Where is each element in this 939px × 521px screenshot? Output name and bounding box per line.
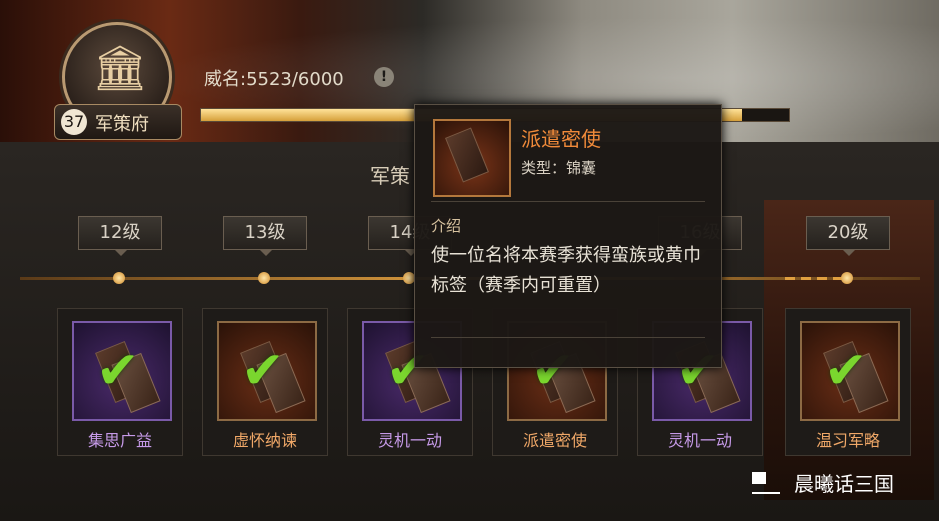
tooltip-title: 派遣密使 — [521, 127, 601, 151]
track-dot — [113, 272, 125, 284]
watermark-text: 晨曦话三国 — [794, 472, 894, 496]
card-name: 集思广益 — [87, 431, 152, 450]
checkmark-icon: ✔ — [96, 341, 140, 401]
strategy-card[interactable]: ✔ 温习军略 — [785, 308, 911, 456]
card-art: ✔ — [217, 321, 317, 421]
checkmark-icon: ✔ — [241, 341, 285, 401]
level-tag: 20级 — [806, 216, 890, 256]
card-name: 派遣密使 — [522, 431, 587, 450]
item-tooltip: 派遣密使 类型：锦囊 介绍 使一位名将本赛季获得蛮族或黄巾标签（赛季内可重置） — [414, 104, 722, 368]
divider — [431, 201, 705, 202]
card-name: 灵机一动 — [377, 431, 442, 450]
card-art: ✔ — [72, 321, 172, 421]
level-tag: 13级 — [223, 216, 307, 256]
watermark-logo-icon — [752, 472, 780, 494]
prestige-label: 威名:5523/6000 — [204, 69, 344, 90]
strategy-card[interactable]: ✔ 集思广益 — [57, 308, 183, 456]
tooltip-description: 使一位名将本赛季获得蛮族或黄巾标签（赛季内可重置） — [431, 245, 701, 296]
divider — [431, 337, 705, 338]
level-tag: 12级 — [78, 216, 162, 256]
building-level-badge: 37 — [61, 109, 87, 135]
section-title: 军策 — [370, 164, 410, 188]
card-name: 温习军略 — [815, 431, 880, 450]
tooltip-item-art — [433, 119, 511, 197]
tooltip-section-label: 介绍 — [431, 217, 462, 235]
info-icon[interactable]: ! — [374, 67, 394, 87]
card-art: ✔ — [800, 321, 900, 421]
level-track-dashed — [785, 277, 845, 280]
track-dot — [258, 272, 270, 284]
scroll-box-icon — [445, 127, 489, 183]
building-name: 军策府 — [95, 114, 149, 135]
card-name: 灵机一动 — [667, 431, 732, 450]
tooltip-type: 类型：锦囊 — [521, 159, 597, 177]
track-dot — [841, 272, 853, 284]
checkmark-icon: ✔ — [824, 341, 868, 401]
card-name: 虚怀纳谏 — [232, 431, 297, 450]
building-level-plate: 37 军策府 — [54, 104, 182, 140]
strategy-card[interactable]: ✔ 虚怀纳谏 — [202, 308, 328, 456]
palace-icon: 🏛 — [92, 43, 148, 94]
